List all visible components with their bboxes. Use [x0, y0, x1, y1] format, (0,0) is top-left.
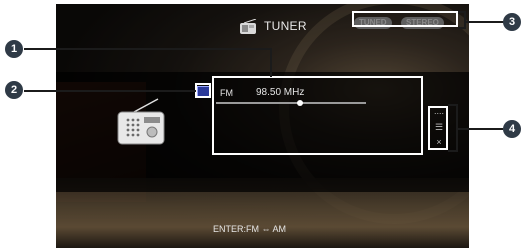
callout-4-leader: [457, 128, 503, 130]
band-icon-highlight-frame: [195, 83, 211, 98]
frequency-highlight-frame: [212, 76, 423, 155]
tuner-icon: [238, 18, 260, 40]
page-title: TUNER: [264, 19, 307, 33]
badges-highlight-frame: [352, 11, 458, 27]
callout-1-leader: [24, 48, 271, 50]
callout-2: 2: [5, 81, 23, 99]
footer-hint: ENTER:FM ⇔ AM: [213, 224, 287, 234]
callout-1: 1: [5, 40, 23, 58]
side-buttons-highlight-frame: [428, 106, 448, 150]
callout-3-leader: [465, 21, 505, 23]
callout-3-bracket: [458, 11, 466, 29]
callout-3: 3: [503, 13, 521, 31]
radio-icon: [116, 98, 168, 153]
callout-1-leader: [270, 48, 272, 77]
callout-2-leader: [24, 90, 196, 92]
callout-4: 4: [503, 120, 521, 138]
